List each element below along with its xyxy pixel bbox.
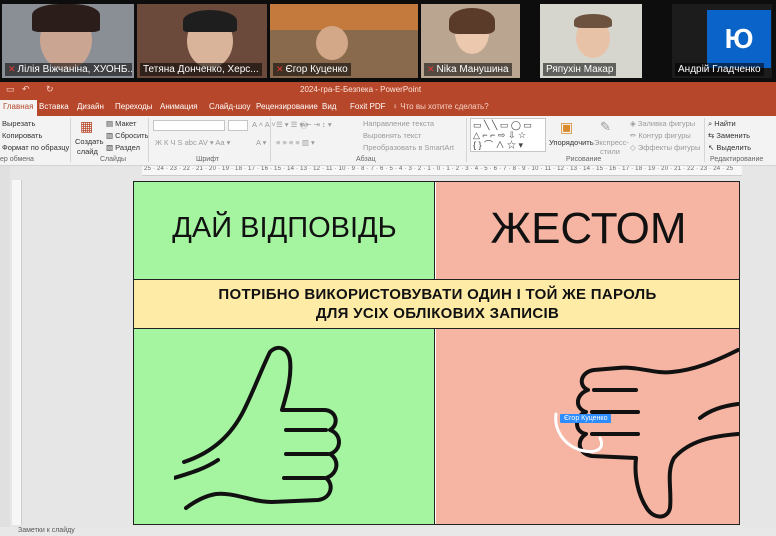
font-color-icon[interactable]: A ▾ — [256, 138, 266, 147]
horizontal-ruler: 25 · 24 · 23 · 22 · 21 · 20 · 19 · 18 · … — [142, 166, 742, 176]
tab-foxit-pdf[interactable]: Foxit PDF — [350, 102, 386, 111]
search-box[interactable]: ♀ Что вы хотите сделать? — [392, 102, 489, 111]
bold-italic-icons[interactable]: Ж К Ч S abc AV ▾ Aa ▾ — [155, 138, 230, 147]
select-button[interactable]: ↖ Выделить — [708, 143, 751, 152]
group-label: Слайды — [100, 156, 127, 163]
font-size-input[interactable] — [228, 120, 248, 131]
thumbs-up-icon — [174, 345, 341, 510]
window-title-bar: ▭ ↶ ↻ 2024-гра-Е-Безпека - PowerPoint — [0, 82, 776, 99]
layout-icon: ▤ — [106, 119, 116, 128]
participant-name: ✕ Єгор Куценко — [273, 63, 351, 76]
reset-icon: ▥ — [106, 131, 116, 140]
window-title: 2024-гра-Е-Безпека - PowerPoint — [300, 85, 422, 94]
quick-styles-button-line2[interactable]: стили — [600, 147, 620, 156]
font-grow-icon[interactable]: A ˄ A ˅ — [252, 120, 276, 129]
participant-tile[interactable]: ✕ Лілія Віжчаніна, ХУОНБ... — [2, 4, 134, 78]
group-label: Редактирование — [710, 156, 764, 163]
participant-name: Ряпухін Макар — [543, 63, 617, 76]
new-slide-icon: ▦ — [80, 118, 94, 134]
participant-tile[interactable]: Тетяна Донченко, Херс... — [137, 4, 267, 78]
muted-mic-icon: ✕ — [427, 64, 435, 74]
shape-effects-button[interactable]: ◇ Эффекты фигуры — [630, 143, 700, 152]
vertical-ruler — [12, 180, 22, 525]
font-name-input[interactable] — [153, 120, 225, 131]
text-direction-button[interactable]: Направление текста — [363, 119, 434, 128]
slide-panel-collapsed[interactable] — [0, 166, 10, 536]
slide-heading-left: ДАЙ ВІДПОВІДЬ — [172, 212, 397, 244]
group-label: ер обмена — [0, 156, 34, 163]
participant-name: ✕ Nika Манушина — [424, 63, 512, 76]
shapes-gallery[interactable]: ▭ ╲ ╲ ▭ ◯ ▭ △ ⌐ ⌐ ⇨ ⇩ ☆{ } ⌒ ∧ ☆ ▾ — [470, 118, 546, 152]
tab-design[interactable]: Дизайн — [77, 102, 104, 111]
muted-mic-icon: ✕ — [276, 64, 284, 74]
participant-name: Андрій Гладченко — [675, 63, 764, 76]
tab-review[interactable]: Рецензирование — [256, 102, 318, 111]
participant-name: Тетяна Донченко, Херс... — [140, 63, 262, 76]
participant-strip: ✕ Лілія Віжчаніна, ХУОНБ... Тетяна Дончен… — [0, 0, 776, 82]
tab-animation[interactable]: Анимация — [160, 102, 198, 111]
quick-styles-icon: ✎ — [600, 119, 611, 134]
tab-home[interactable]: Главная — [0, 100, 38, 116]
group-label: Рисование — [566, 156, 602, 163]
list-icons[interactable]: ☰ ▾ ☰ ▾ ⇤ ⇥ ↕ ▾ — [276, 120, 332, 129]
zoom-screen: ✕ Лілія Віжчаніна, ХУОНБ... Тетяна Дончен… — [0, 0, 776, 536]
tab-view[interactable]: Вид — [322, 102, 336, 111]
participant-tile[interactable]: Ю Андрій Гладченко — [672, 4, 772, 78]
copy-button[interactable]: Копировать — [2, 131, 42, 140]
save-icon[interactable]: ▭ — [6, 84, 15, 95]
avatar: Ю — [707, 10, 771, 68]
arrange-button[interactable]: Упорядочить — [549, 138, 594, 147]
reset-button[interactable]: ▥ Сбросить — [106, 131, 149, 140]
new-slide-button-line2[interactable]: слайд — [77, 147, 98, 156]
participant-tile[interactable]: ✕ Nika Манушина — [421, 4, 520, 78]
slide-heading-right: ЖЕСТОМ — [490, 204, 687, 253]
shape-outline-button[interactable]: ✏ Контур фигуры — [630, 131, 691, 140]
group-label: Абзац — [356, 156, 376, 163]
smartart-button[interactable]: Преобразовать в SmartArt — [363, 143, 454, 152]
participant-tile[interactable]: Ряпухін Макар — [540, 4, 642, 78]
cut-button[interactable]: Вырезать — [2, 119, 35, 128]
shape-fill-button[interactable]: ◈ Заливка фигуры — [630, 119, 695, 128]
slide[interactable]: ДАЙ ВІДПОВІДЬ ЖЕСТОМ ПОТРІБНО ВИКОРИСТОВ… — [133, 181, 740, 525]
statement-banner: ПОТРІБНО ВИКОРИСТОВУВАТИ ОДИН І ТОЙ ЖЕ П… — [134, 279, 739, 329]
tab-transitions[interactable]: Переходы — [115, 102, 153, 111]
effects-icon: ◇ — [630, 143, 638, 152]
tab-insert[interactable]: Вставка — [39, 102, 69, 111]
statement-line-2: ДЛЯ УСІХ ОБЛІКОВИХ ЗАПИСІВ — [315, 305, 560, 322]
group-label: Шрифт — [196, 156, 220, 163]
align-icons[interactable]: ≡ ≡ ≡ ≡ ▥ ▾ — [276, 138, 315, 147]
redo-icon[interactable]: ↻ — [46, 84, 54, 95]
ribbon-tabs: Главная Вставка Дизайн Переходы Анимация… — [0, 99, 776, 116]
format-painter-button[interactable]: Формат по образцу — [2, 143, 69, 152]
align-text-button[interactable]: Выровнять текст — [363, 131, 421, 140]
participant-tile[interactable]: ✕ Єгор Куценко — [270, 4, 418, 78]
annotator-cursor-label: Єгор Куценко — [560, 414, 612, 423]
paint-bucket-icon: ◈ — [630, 119, 638, 128]
layout-button[interactable]: ▤ Макет — [106, 119, 136, 128]
ribbon: Вырезать Копировать Формат по образцу ер… — [0, 116, 776, 166]
undo-icon[interactable]: ↶ — [22, 84, 30, 95]
statement-line-1: ПОТРІБНО ВИКОРИСТОВУВАТИ ОДИН І ТОЙ ЖЕ П… — [218, 286, 657, 303]
quick-styles-button[interactable]: Экспресс- — [594, 138, 629, 147]
find-button[interactable]: ⌕ Найти — [708, 119, 736, 129]
lightbulb-icon: ♀ — [392, 102, 401, 111]
muted-mic-icon: ✕ — [8, 64, 16, 74]
participant-name: ✕ Лілія Віжчаніна, ХУОНБ... — [5, 63, 132, 76]
replace-button[interactable]: ⇆ Заменить — [708, 131, 750, 140]
section-icon: ▧ — [106, 143, 116, 152]
new-slide-button[interactable]: Создать — [75, 137, 104, 146]
arrange-icon: ▣ — [560, 119, 574, 135]
section-button[interactable]: ▧ Раздел — [106, 143, 140, 152]
tab-slideshow[interactable]: Слайд-шоу — [209, 102, 250, 111]
notes-bar[interactable]: Заметки к слайду — [0, 527, 776, 536]
